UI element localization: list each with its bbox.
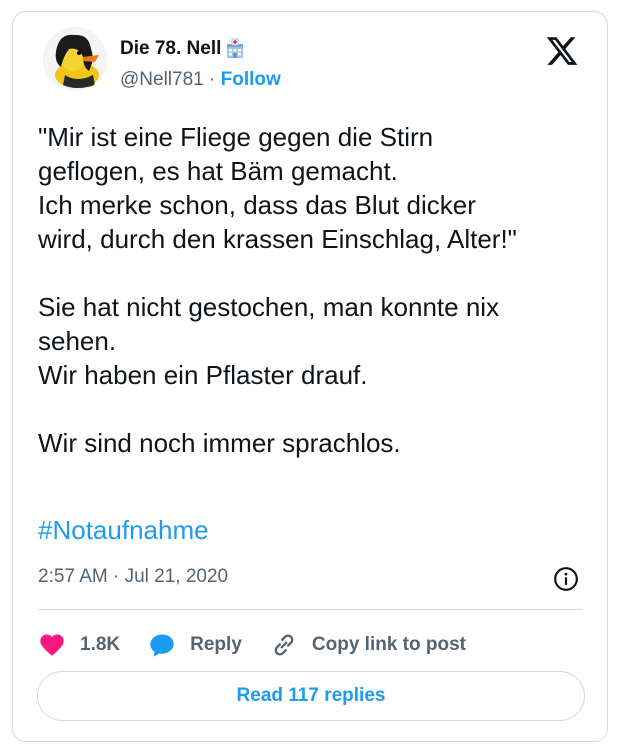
reply-button[interactable]: Reply (148, 631, 242, 659)
author-name[interactable]: Die 78. Nell (120, 38, 221, 60)
copy-link-label: Copy link to post (311, 634, 466, 655)
tweet-text: "Mir ist eine Fliege gegen die Stirn gef… (38, 122, 517, 458)
tweet-card: Die 78. Nell @Nell781 · Follow "Mir ist … (12, 11, 608, 742)
reply-label: Reply (190, 634, 242, 655)
speech-bubble-icon (150, 634, 174, 657)
info-icon[interactable] (553, 566, 579, 592)
follow-button[interactable]: Follow (221, 69, 281, 90)
author-handle-row: @Nell781 · Follow (120, 69, 281, 91)
action-bar: 1.8K Reply Copy link to post (38, 628, 494, 662)
hospital-icon (227, 38, 244, 58)
link-icon (274, 634, 294, 656)
duck-avatar-image (43, 27, 107, 91)
tweet-timestamp[interactable]: 2:57 AM · Jul 21, 2020 (38, 566, 228, 588)
author-handle[interactable]: @Nell781 (120, 69, 204, 90)
like-count: 1.8K (80, 634, 121, 655)
copy-link-button[interactable]: Copy link to post (270, 631, 466, 659)
divider (38, 609, 583, 610)
heart-icon (40, 634, 64, 656)
like-button[interactable]: 1.8K (38, 631, 120, 659)
separator-dot: · (209, 69, 216, 90)
author-name-row[interactable]: Die 78. Nell (120, 38, 246, 60)
hashtag-link[interactable]: #Notaufnahme (38, 515, 209, 546)
read-replies-button[interactable]: Read 117 replies (37, 671, 585, 721)
x-logo-icon[interactable] (545, 34, 579, 68)
avatar[interactable] (43, 27, 107, 91)
read-replies-label: Read 117 replies (236, 685, 386, 706)
